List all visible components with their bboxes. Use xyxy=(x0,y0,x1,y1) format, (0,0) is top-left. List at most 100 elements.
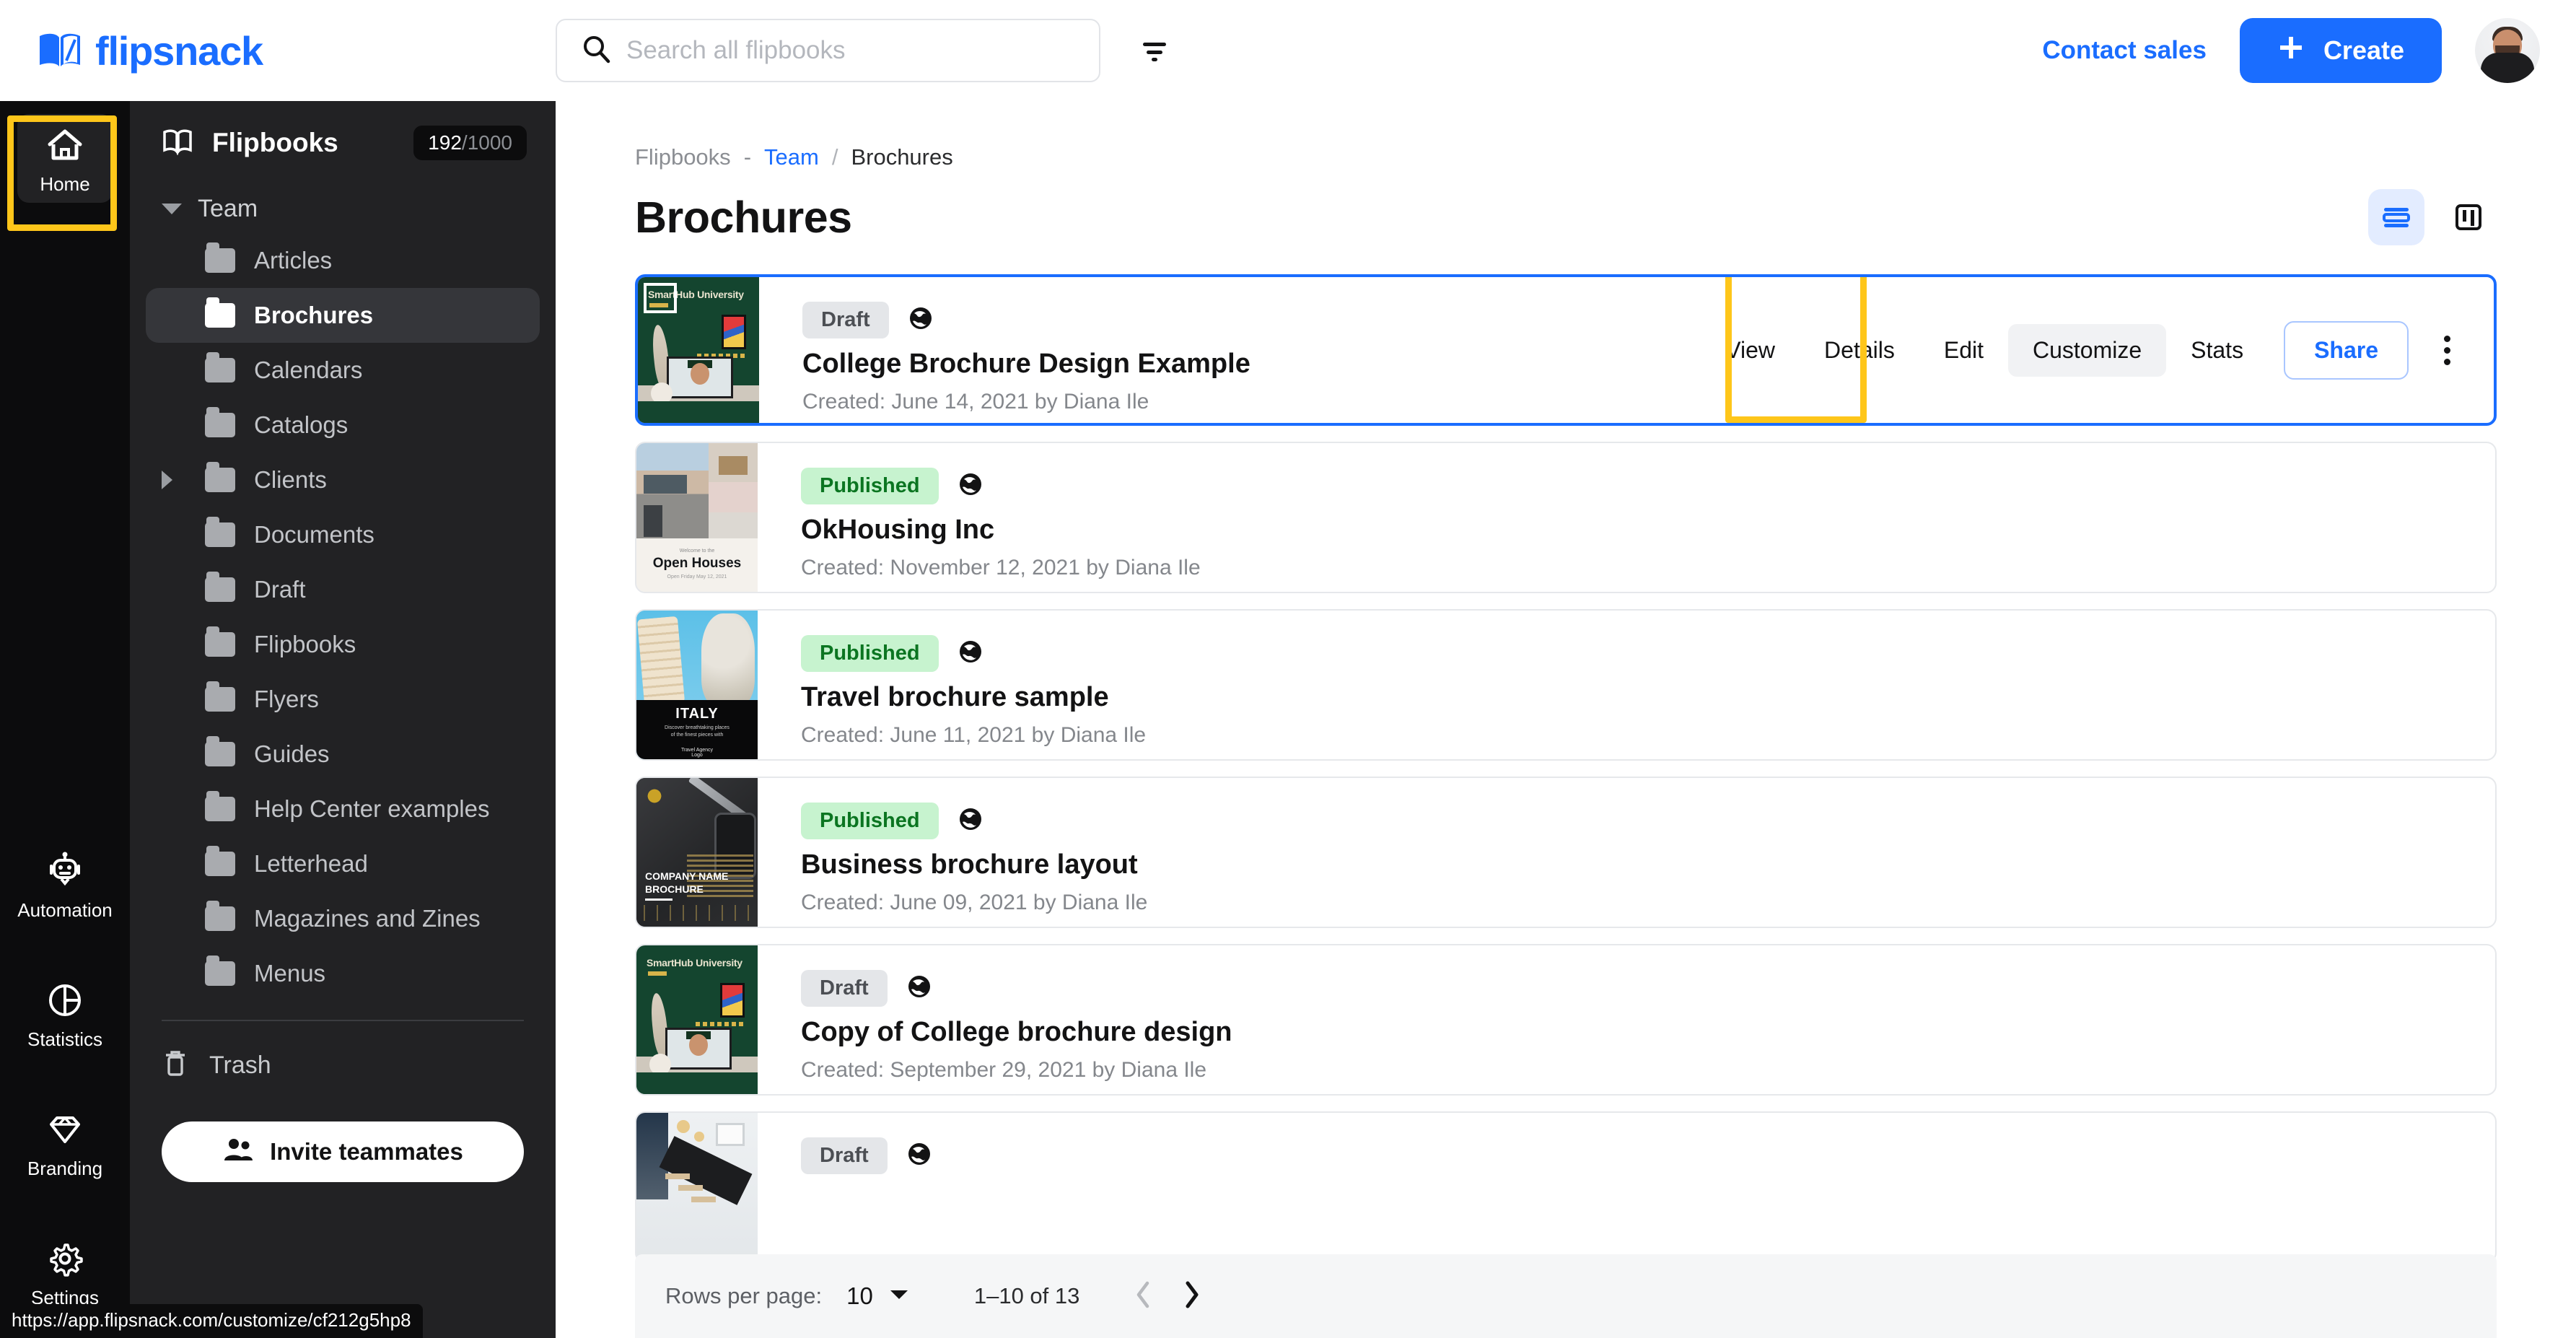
breadcrumb-team[interactable]: Team xyxy=(764,144,819,170)
sidebar-item-brochures[interactable]: Brochures xyxy=(146,288,540,343)
create-button-label: Create xyxy=(2323,35,2404,65)
flipbook-title[interactable]: College Brochure Design Example xyxy=(802,349,1701,380)
business-brochure-thumbnail: COMPANY NAME BROCHURE xyxy=(636,778,758,927)
sidebar-item-flyers[interactable]: Flyers xyxy=(146,672,540,727)
edit-button[interactable]: Edit xyxy=(1919,324,2008,377)
table-row[interactable]: ITALY Discover breathtaking places of the… xyxy=(635,609,2497,761)
sidebar-item-flipbooks[interactable]: Flipbooks xyxy=(146,617,540,672)
globe-icon[interactable] xyxy=(958,806,983,836)
quota-badge: 192/1000 xyxy=(413,126,527,160)
globe-icon[interactable] xyxy=(906,1141,932,1171)
search-icon xyxy=(582,35,610,67)
rows-per-page-select[interactable]: 10 xyxy=(846,1282,909,1310)
badge-line: Draft xyxy=(801,970,2495,1007)
thumbnail-text: ITALY xyxy=(675,706,719,722)
pagination-bar: Rows per page: 10 1–10 of 13 xyxy=(635,1254,2497,1338)
row-info: Draft Copy of College brochure design Cr… xyxy=(758,945,2495,1094)
kebab-menu-icon[interactable] xyxy=(2424,328,2469,372)
badge-line: Published xyxy=(801,803,2495,839)
home-icon xyxy=(44,124,86,166)
table-row[interactable]: Draft xyxy=(635,1111,2497,1263)
sidebar-item-home[interactable]: Home xyxy=(17,114,113,203)
flipbook-title[interactable]: OkHousing Inc xyxy=(801,515,2495,546)
sidebar-item-catalogs[interactable]: Catalogs xyxy=(146,398,540,452)
diamond-icon xyxy=(44,1109,86,1150)
folder-icon xyxy=(205,407,235,437)
sidebar-item-branding[interactable]: Branding xyxy=(17,1098,113,1187)
sidebar-heading[interactable]: Flipbooks 192/1000 xyxy=(130,126,556,160)
top-header: flipsnack Contact sales xyxy=(0,0,2576,101)
row-actions: View Details Edit Customize Stats Share xyxy=(1701,277,2494,423)
folder-sidebar: Flipbooks 192/1000 Team Articles Brochur… xyxy=(130,101,556,1338)
table-row[interactable]: Welcome to the Open Houses Open Friday M… xyxy=(635,442,2497,593)
sidebar-item-menus[interactable]: Menus xyxy=(146,946,540,1001)
sidebar-item-calendars[interactable]: Calendars xyxy=(146,343,540,398)
chevron-right-icon[interactable] xyxy=(1182,1280,1201,1313)
sidebar-item-label: Clients xyxy=(254,466,327,493)
sidebar-item-magazines-and-zines[interactable]: Magazines and Zines xyxy=(146,891,540,946)
flipbook-title[interactable]: Travel brochure sample xyxy=(801,682,2495,713)
share-button[interactable]: Share xyxy=(2284,320,2409,380)
badge-line: Published xyxy=(801,468,2495,504)
sidebar-item-statistics-label: Statistics xyxy=(27,1028,103,1050)
status-bar-url: https://app.flipsnack.com/customize/cf21… xyxy=(0,1304,423,1338)
sidebar-item-articles[interactable]: Articles xyxy=(146,233,540,288)
row-info: Draft xyxy=(758,1113,2495,1262)
sidebar-item-automation[interactable]: Automation xyxy=(17,840,113,929)
sidebar-group-team[interactable]: Team xyxy=(130,185,556,233)
sidebar-item-guides[interactable]: Guides xyxy=(146,727,540,782)
globe-icon[interactable] xyxy=(908,305,934,335)
folder-icon xyxy=(205,352,235,382)
table-row[interactable]: COMPANY NAME BROCHURE Published Business… xyxy=(635,777,2497,928)
sidebar-item-label: Help Center examples xyxy=(254,795,490,822)
thumbnail-text: Open Houses xyxy=(652,556,742,571)
sidebar-item-clients[interactable]: Clients xyxy=(146,452,540,507)
sidebar-item-label: Calendars xyxy=(254,357,363,383)
quota-total: /1000 xyxy=(461,131,512,154)
sidebar-item-help-center-examples[interactable]: Help Center examples xyxy=(146,782,540,836)
search-bar[interactable] xyxy=(556,19,1100,82)
avatar[interactable] xyxy=(2475,18,2540,83)
filter-icon[interactable] xyxy=(1132,28,1177,73)
flipbook-meta: Created: November 12, 2021 by Diana Ile xyxy=(801,556,1201,580)
details-button[interactable]: Details xyxy=(1800,324,1919,377)
robot-icon xyxy=(44,850,86,892)
sidebar-item-letterhead[interactable]: Letterhead xyxy=(146,836,540,891)
breadcrumb-root[interactable]: Flipbooks xyxy=(635,144,731,170)
globe-icon[interactable] xyxy=(906,974,932,1003)
search-input[interactable] xyxy=(626,36,1074,65)
stats-button[interactable]: Stats xyxy=(2166,324,2268,377)
sidebar-group-team-label: Team xyxy=(198,195,258,222)
list-view-icon[interactable] xyxy=(2368,189,2424,245)
sidebar-item-trash-label: Trash xyxy=(209,1051,271,1079)
sidebar-item-documents[interactable]: Documents xyxy=(146,507,540,562)
invite-teammates-button[interactable]: Invite teammates xyxy=(162,1121,524,1182)
sidebar-item-draft[interactable]: Draft xyxy=(146,562,540,617)
rows-per-page-label: Rows per page: xyxy=(665,1283,823,1308)
globe-icon[interactable] xyxy=(958,639,983,668)
table-row[interactable]: SmartHub University Draft xyxy=(635,274,2497,426)
table-row[interactable]: SmartHub University Draft xyxy=(635,944,2497,1096)
sidebar-item-statistics[interactable]: Statistics xyxy=(17,969,113,1058)
view-button[interactable]: View xyxy=(1701,324,1800,377)
breadcrumb-current: Brochures xyxy=(851,144,953,170)
rail-bottom-group: Automation Statistics Branding Settings xyxy=(17,840,113,1316)
globe-icon[interactable] xyxy=(958,471,983,501)
sidebar-item-label: Letterhead xyxy=(254,850,368,877)
sidebar-item-settings[interactable]: Settings xyxy=(17,1228,113,1316)
customize-button[interactable]: Customize xyxy=(2007,323,2167,377)
icon-rail: Home Automation Statistics Branding Sett… xyxy=(0,101,423,1338)
board-view-icon[interactable] xyxy=(2440,189,2497,245)
plus-icon xyxy=(2277,34,2305,68)
contact-sales-link[interactable]: Contact sales xyxy=(2042,36,2207,65)
sidebar-item-label: Articles xyxy=(254,247,333,274)
flipbook-title[interactable]: Copy of College brochure design xyxy=(801,1017,2495,1048)
brand-logo[interactable]: flipsnack xyxy=(0,27,556,74)
sidebar-item-trash[interactable]: Trash xyxy=(130,1037,556,1094)
sidebar-heading-label: Flipbooks xyxy=(212,128,338,157)
status-badge: Draft xyxy=(801,970,888,1007)
create-button[interactable]: Create xyxy=(2239,18,2442,83)
flipbook-title[interactable]: Business brochure layout xyxy=(801,849,2495,880)
sidebar-item-label: Menus xyxy=(254,960,326,987)
chevron-right-icon[interactable] xyxy=(162,471,172,489)
